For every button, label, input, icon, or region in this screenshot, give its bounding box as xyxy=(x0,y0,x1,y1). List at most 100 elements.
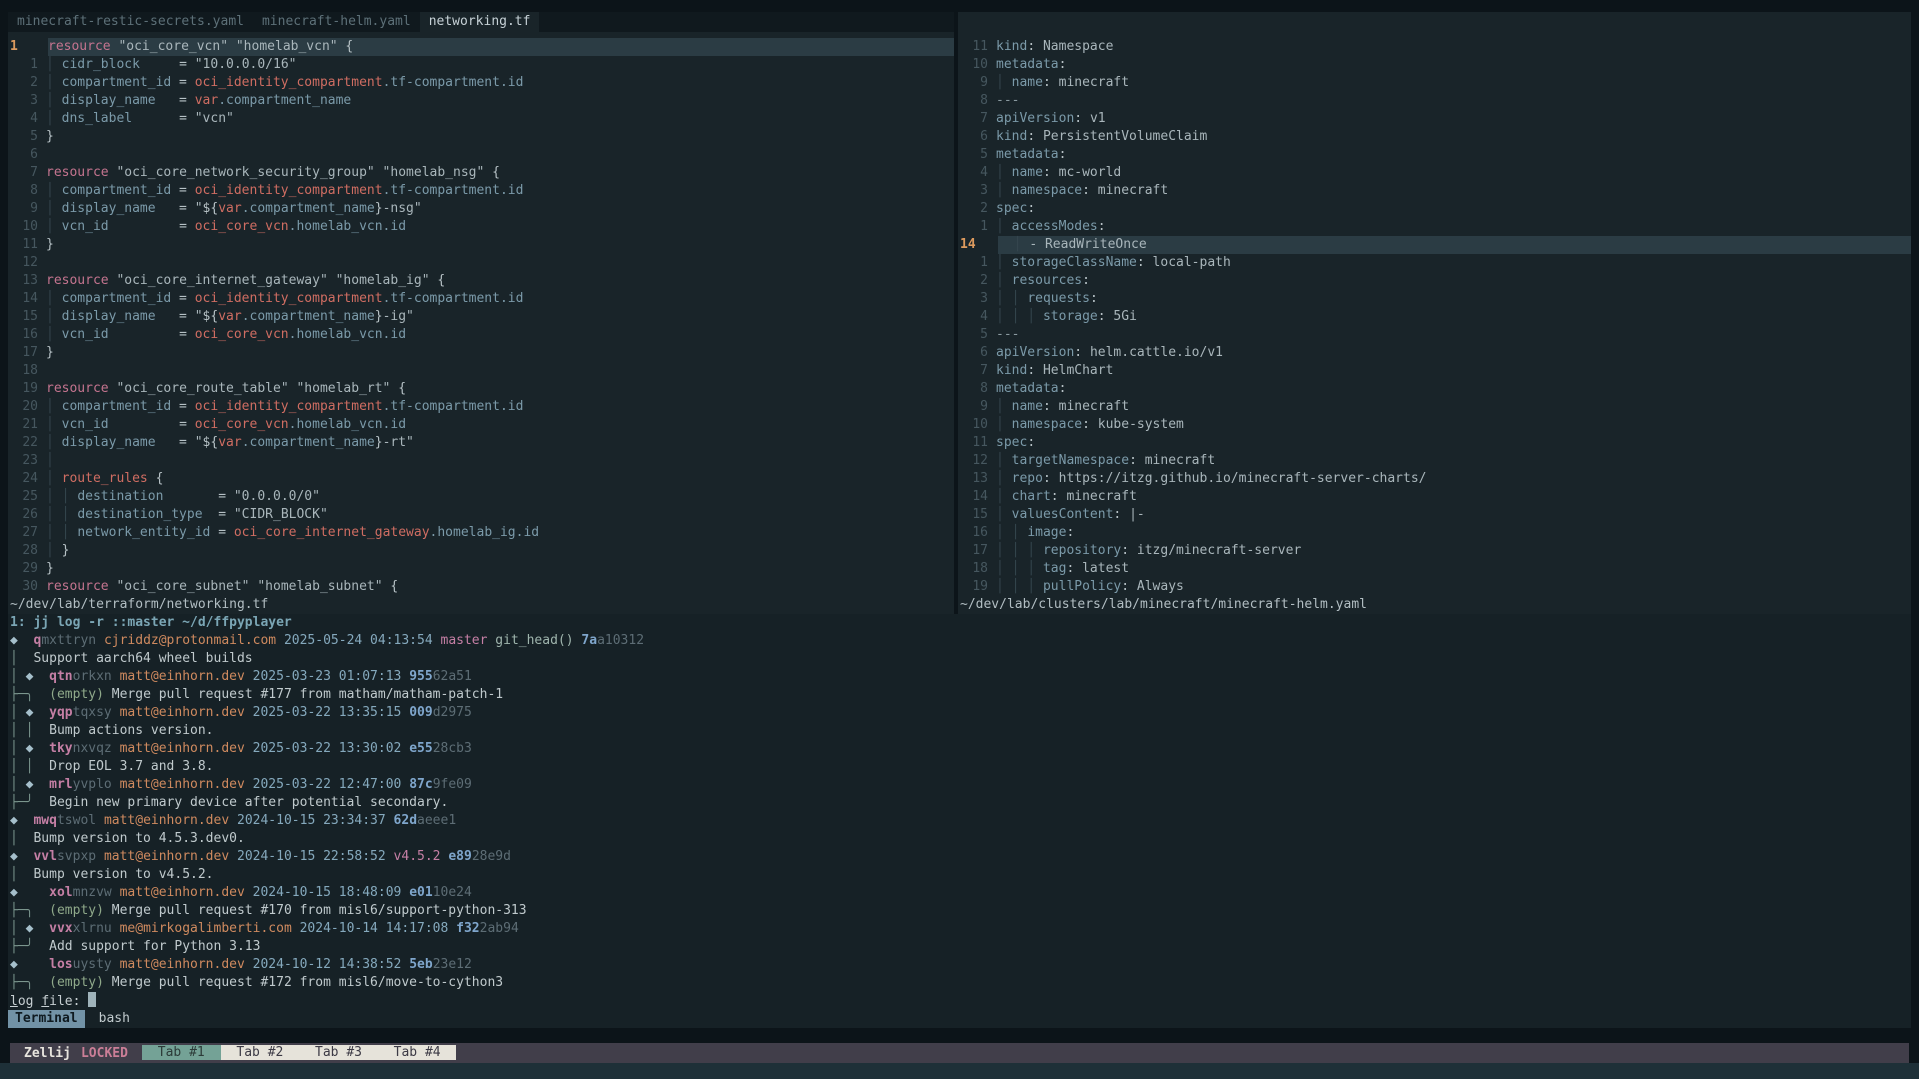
code-line: 7resource "oci_core_network_security_gro… xyxy=(8,164,954,182)
log-row: ├─╯ Add support for Python 3.13 xyxy=(8,938,1911,956)
code-line: 25│ │ destination = "0.0.0.0/0" xyxy=(8,488,954,506)
line-number: 17 xyxy=(958,542,996,560)
line-number: 8 xyxy=(8,182,46,200)
zellij-tab-tab-3[interactable]: Tab #3 xyxy=(299,1045,378,1060)
code-line: 10metadata: xyxy=(958,56,1911,74)
buffer-tab-minecraft-helm.yaml[interactable]: minecraft-helm.yaml xyxy=(253,12,420,32)
code-line: 13│ repo: https://itzg.github.io/minecra… xyxy=(958,470,1911,488)
line-number: 15 xyxy=(8,308,46,326)
log-row: ◆ losuysty matt@einhorn.dev 2024-10-12 1… xyxy=(8,956,1911,974)
code-line: 17} xyxy=(8,344,954,362)
code-line: 1│ accessModes: xyxy=(958,218,1911,236)
code-line: 18│ │ │ tag: latest xyxy=(958,560,1911,578)
editor-pane-yaml[interactable]: 11kind: Namespace10metadata:9│ name: min… xyxy=(958,12,1911,616)
line-number: 13 xyxy=(958,470,996,488)
code-line: 9│ name: minecraft xyxy=(958,398,1911,416)
zellij-mode-indicator: LOCKED xyxy=(81,1046,142,1061)
line-number: 8 xyxy=(958,380,996,398)
code-line: 10│ namespace: kube-system xyxy=(958,416,1911,434)
buffer-tab-minecraft-restic-secrets.yaml[interactable]: minecraft-restic-secrets.yaml xyxy=(8,12,253,32)
line-number: 27 xyxy=(8,524,46,542)
log-row: ◆ mwqtswol matt@einhorn.dev 2024-10-15 2… xyxy=(8,812,1911,830)
zellij-tab-tab-2[interactable]: Tab #2 xyxy=(221,1045,300,1060)
line-number: 20 xyxy=(8,398,46,416)
line-number: 21 xyxy=(8,416,46,434)
jj-log-output: ◆ qmxttryn cjriddz@protonmail.com 2025-0… xyxy=(8,632,1911,992)
terminal-cursor xyxy=(88,992,96,1007)
line-number: 7 xyxy=(958,110,996,128)
line-number: 3 xyxy=(958,290,996,308)
code-line: 22│ display_name = "${var.compartment_na… xyxy=(8,434,954,452)
line-number: 4 xyxy=(958,164,996,182)
log-row: │ Bump version to 4.5.3.dev0. xyxy=(8,830,1911,848)
line-number: 7 xyxy=(8,164,46,182)
line-number: 9 xyxy=(958,74,996,92)
line-number: 9 xyxy=(958,398,996,416)
line-number: 12 xyxy=(8,254,46,272)
zellij-tab-tab-1[interactable]: Tab #1 xyxy=(142,1045,221,1060)
statusline-right: ~/dev/lab/clusters/lab/minecraft/minecra… xyxy=(958,596,1911,614)
line-number: 3 xyxy=(958,182,996,200)
log-row: │ ◆ tkynxvqz matt@einhorn.dev 2025-03-22… xyxy=(8,740,1911,758)
line-number: 18 xyxy=(8,362,46,380)
log-row: ├─╯ Begin new primary device after poten… xyxy=(8,794,1911,812)
code-line: 4│ │ │ storage: 5Gi xyxy=(958,308,1911,326)
log-row: ◆ vvlsvpxp matt@einhorn.dev 2024-10-15 2… xyxy=(8,848,1911,866)
line-number: 1 xyxy=(8,38,48,56)
code-line: 9│ name: minecraft xyxy=(958,74,1911,92)
line-number: 10 xyxy=(958,416,996,434)
line-number: 24 xyxy=(8,470,46,488)
code-line: 1│ cidr_block = "10.0.0.0/16" xyxy=(8,56,954,74)
code-line: 16│ │ image: xyxy=(958,524,1911,542)
line-number: 29 xyxy=(8,560,46,578)
log-row: ├─╮ (empty) Merge pull request #170 from… xyxy=(8,902,1911,920)
log-row: │ │ Drop EOL 3.7 and 3.8. xyxy=(8,758,1911,776)
code-line: 14│ chart: minecraft xyxy=(958,488,1911,506)
code-line: 10│ vcn_id = oci_core_vcn.homelab_vcn.id xyxy=(8,218,954,236)
line-number: 12 xyxy=(958,452,996,470)
line-number: 2 xyxy=(958,200,996,218)
line-number: 1 xyxy=(958,218,996,236)
code-line: 19│ │ │ pullPolicy: Always xyxy=(958,578,1911,596)
code-line: 24│ route_rules { xyxy=(8,470,954,488)
code-line: 21│ vcn_id = oci_core_vcn.homelab_vcn.id xyxy=(8,416,954,434)
zellij-status-bar: Zellij LOCKED Tab #1 Tab #2 Tab #3 Tab #… xyxy=(10,1043,1909,1063)
editor-pane-terraform[interactable]: minecraft-restic-secrets.yamlminecraft-h… xyxy=(8,12,954,616)
terminal-pane-title: 1: jj log -r ::master ~/d/ffpyplayer xyxy=(8,614,1911,632)
code-line: 3│ │ requests: xyxy=(958,290,1911,308)
code-line: 12│ targetNamespace: minecraft xyxy=(958,452,1911,470)
line-number: 22 xyxy=(8,434,46,452)
code-line: 28│ } xyxy=(8,542,954,560)
line-number: 23 xyxy=(8,452,46,470)
line-number: 17 xyxy=(8,344,46,362)
line-number: 14 xyxy=(958,236,998,254)
code-line: 7kind: HelmChart xyxy=(958,362,1911,380)
code-line: 17│ │ │ repository: itzg/minecraft-serve… xyxy=(958,542,1911,560)
code-line: 12 xyxy=(8,254,954,272)
bottom-edge-strip xyxy=(0,1063,1919,1079)
log-row: ├─╮ (empty) Merge pull request #172 from… xyxy=(8,974,1911,992)
code-line: 6apiVersion: helm.cattle.io/v1 xyxy=(958,344,1911,362)
zellij-tab-tab-4[interactable]: Tab #4 xyxy=(378,1045,457,1060)
line-number: 25 xyxy=(8,488,46,506)
code-line: 14 │ - ReadWriteOnce xyxy=(958,236,1911,254)
log-row: │ ◆ vvxxlrnu me@mirkogalimberti.com 2024… xyxy=(8,920,1911,938)
line-number: 9 xyxy=(8,200,46,218)
line-number: 6 xyxy=(8,146,46,164)
code-line: 1│ storageClassName: local-path xyxy=(958,254,1911,272)
line-number: 5 xyxy=(958,326,996,344)
buffer-tab-networking.tf[interactable]: networking.tf xyxy=(420,12,540,32)
code-line: 14│ compartment_id = oci_identity_compar… xyxy=(8,290,954,308)
line-number: 18 xyxy=(958,560,996,578)
code-line: 15│ valuesContent: |- xyxy=(958,506,1911,524)
terminal-prompt[interactable]: log file: xyxy=(8,992,1911,1010)
code-line: 30resource "oci_core_subnet" "homelab_su… xyxy=(8,578,954,596)
code-line: 3│ namespace: minecraft xyxy=(958,182,1911,200)
line-number: 11 xyxy=(8,236,46,254)
code-line: 6kind: PersistentVolumeClaim xyxy=(958,128,1911,146)
line-number: 2 xyxy=(958,272,996,290)
code-line: 15│ display_name = "${var.compartment_na… xyxy=(8,308,954,326)
terminal-pane[interactable]: 1: jj log -r ::master ~/d/ffpyplayer ◆ q… xyxy=(8,614,1911,1028)
line-number: 11 xyxy=(958,434,996,452)
code-line: 11kind: Namespace xyxy=(958,38,1911,56)
